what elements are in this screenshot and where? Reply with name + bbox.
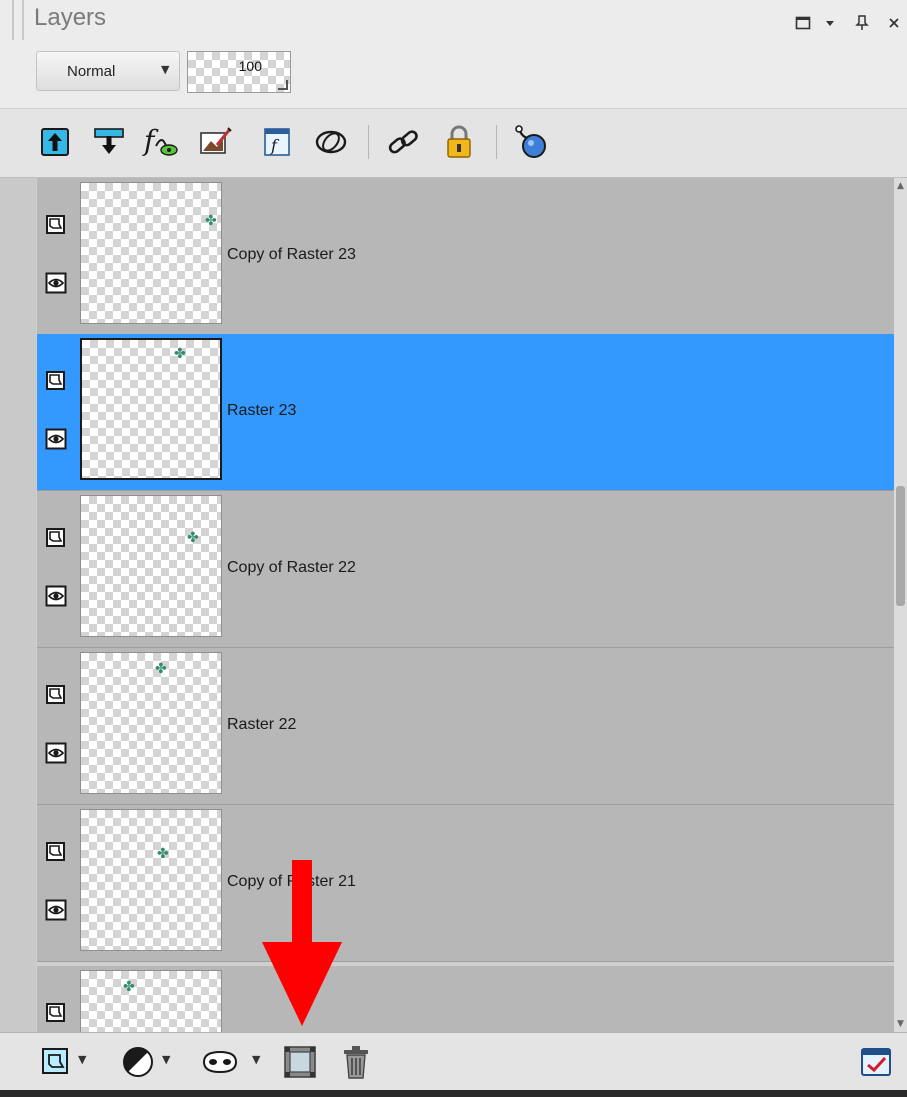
panel-menu-icon[interactable] <box>817 10 843 36</box>
blend-mode-value: Normal <box>67 63 116 80</box>
layer-row[interactable]: ✤ Copy of Raster 22 <box>37 491 894 648</box>
layer-thumbnail: ✤ <box>80 182 222 324</box>
scrollbar-thumb[interactable] <box>896 486 905 606</box>
chevron-down-icon: ▼ <box>161 63 170 76</box>
group-layers-icon[interactable] <box>280 1043 320 1081</box>
pin-icon[interactable] <box>849 10 875 36</box>
resize-grip-icon <box>278 80 288 90</box>
layers-bottom-toolbar: ▼ ▼ ▼ <box>0 1032 907 1090</box>
layer-name: Raster 23 <box>227 402 297 419</box>
layers-panel-header: Layers Normal ▼ 100 <box>0 0 907 108</box>
chevron-down-icon[interactable]: ▼ <box>252 1053 260 1066</box>
visibility-eye-icon[interactable] <box>43 740 69 766</box>
lock-icon[interactable] <box>440 123 478 161</box>
layers-toolbar: f f <box>0 108 907 178</box>
layer-type-icon[interactable] <box>43 682 69 708</box>
panel-title: Layers <box>34 4 107 31</box>
scroll-up-icon[interactable]: ▲ <box>894 180 907 192</box>
adjustment-layer-icon[interactable] <box>118 1043 158 1081</box>
layer-name: Copy of Raster 21 <box>227 873 356 890</box>
layer-row[interactable]: ✤ Raster 22 <box>37 648 894 805</box>
delete-layer-icon[interactable] <box>336 1043 376 1081</box>
visibility-eye-icon[interactable] <box>43 270 69 296</box>
layer-row[interactable]: ✤ Copy of Raster 23 <box>37 178 894 335</box>
thumbnail-content: ✤ <box>205 213 217 229</box>
layer-name: Copy of Raster 22 <box>227 559 356 576</box>
layer-row[interactable]: ✤ <box>37 966 894 1032</box>
edit-selection-icon[interactable] <box>196 123 234 161</box>
restore-icon[interactable] <box>790 10 816 36</box>
layer-name: Copy of Raster 23 <box>227 246 356 263</box>
thumbnail-content: ✤ <box>123 979 135 995</box>
layer-type-icon[interactable] <box>43 1000 69 1026</box>
layer-thumbnail: ✤ <box>80 809 222 951</box>
layer-thumbnail: ✤ <box>80 338 222 480</box>
layer-thumbnail: ✤ <box>80 495 222 637</box>
layer-type-icon[interactable] <box>43 525 69 551</box>
layer-type-icon[interactable] <box>43 839 69 865</box>
layer-type-icon[interactable] <box>43 212 69 238</box>
toolbar-divider <box>368 125 369 159</box>
layer-row-selected[interactable]: ✤ Raster 23 <box>37 334 894 491</box>
scroll-down-icon[interactable]: ▼ <box>894 1018 907 1030</box>
visibility-eye-icon[interactable] <box>43 426 69 452</box>
svg-text:f: f <box>142 124 159 157</box>
layer-list-gutter <box>0 178 36 1032</box>
thumbnail-content: ✤ <box>174 346 186 362</box>
visibility-eye-icon[interactable] <box>43 583 69 609</box>
link-icon[interactable] <box>384 123 422 161</box>
move-layer-up-icon[interactable] <box>36 123 74 161</box>
layer-list[interactable]: ✤ Copy of Raster 23 ✤ Raster 23 ✤ Copy o… <box>0 178 907 1032</box>
paint-layer-icon[interactable]: f <box>258 123 296 161</box>
panel-bottom-edge <box>0 1090 907 1097</box>
layer-effects-icon[interactable]: f <box>142 123 180 161</box>
layer-type-icon[interactable] <box>43 368 69 394</box>
panel-grip[interactable] <box>12 0 24 40</box>
opacity-field[interactable]: 100 <box>187 51 291 93</box>
toolbar-divider <box>496 125 497 159</box>
layer-row[interactable]: ✤ Copy of Raster 21 <box>37 805 894 962</box>
layer-list-scrollbar[interactable]: ▲ ▼ <box>894 178 907 1032</box>
close-icon[interactable] <box>880 10 907 36</box>
thumbnail-content: ✤ <box>187 530 199 546</box>
move-layer-down-icon[interactable] <box>90 123 128 161</box>
chevron-down-icon[interactable]: ▼ <box>162 1053 170 1066</box>
thumbnail-content: ✤ <box>157 846 169 862</box>
properties-icon[interactable] <box>856 1043 896 1081</box>
link-mode-icon[interactable] <box>312 123 350 161</box>
layer-thumbnail: ✤ <box>80 652 222 794</box>
visibility-eye-icon[interactable] <box>43 897 69 923</box>
blend-mode-select[interactable]: Normal ▼ <box>36 51 180 91</box>
mask-icon[interactable] <box>198 1043 242 1081</box>
highlight-icon[interactable] <box>512 123 550 161</box>
chevron-down-icon[interactable]: ▼ <box>78 1053 86 1066</box>
layer-name: Raster 22 <box>227 716 297 733</box>
thumbnail-content: ✤ <box>155 661 167 677</box>
layer-thumbnail: ✤ <box>80 970 222 1032</box>
opacity-value: 100 <box>238 58 262 74</box>
new-layer-icon[interactable] <box>38 1043 74 1081</box>
